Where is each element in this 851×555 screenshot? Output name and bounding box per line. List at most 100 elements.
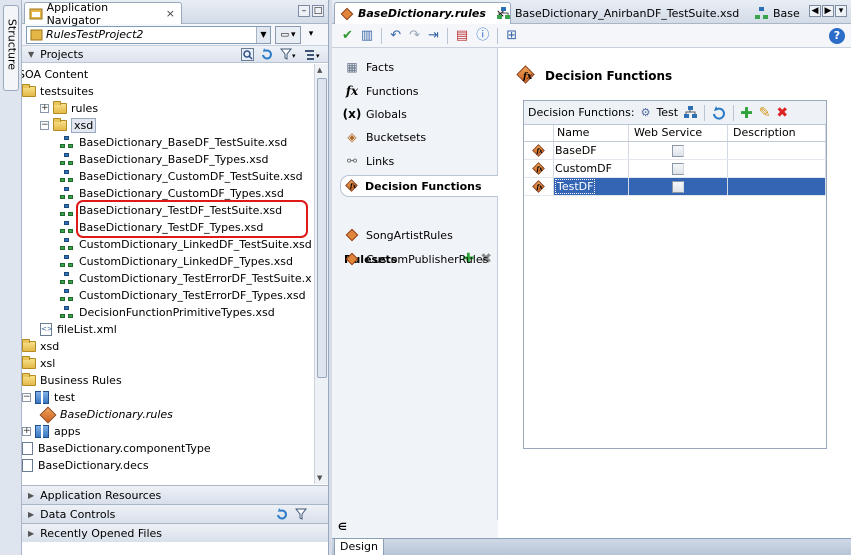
tree-item-label: CustomDictionary_TestErrorDF_TestSuite.x: [79, 272, 312, 285]
export-icon[interactable]: ⇥: [428, 28, 439, 43]
refresh-icon[interactable]: [260, 47, 274, 61]
tree-item[interactable]: BaseDictionary_BaseDF_Types.xsd: [60, 151, 269, 168]
tree-item[interactable]: CustomDictionary_LinkedDF_Types.xsd: [60, 253, 293, 270]
xml-file-icon: <>: [40, 323, 53, 336]
filter-icon[interactable]: [295, 508, 308, 521]
link-dictionary-icon[interactable]: ⊞: [506, 28, 517, 43]
accordion-data-controls[interactable]: ▶ Data Controls: [22, 504, 328, 523]
tree-item[interactable]: testsuites: [22, 83, 94, 100]
maximize-icon[interactable]: □: [312, 5, 324, 17]
help-icon[interactable]: ?: [829, 28, 845, 44]
tree-item[interactable]: − xsd: [40, 117, 97, 134]
scroll-down-icon[interactable]: ▼: [317, 474, 322, 482]
section-list: ▦ Facts fx Functions (x) Globals ◈ Bucke…: [332, 48, 498, 540]
view-options-icon[interactable]: ▾: [304, 48, 322, 61]
close-icon[interactable]: ×: [166, 7, 175, 20]
description-cell[interactable]: [728, 142, 826, 159]
navigator-tab[interactable]: Application Navigator ×: [24, 1, 182, 27]
tree-item[interactable]: Business Rules: [22, 372, 122, 389]
tree-item[interactable]: xsd: [22, 338, 59, 355]
collapse-icon[interactable]: −: [22, 393, 31, 402]
tree-item[interactable]: BaseDictionary_BaseDF_TestSuite.xsd: [60, 134, 287, 151]
tab-basedictionary-rules[interactable]: BaseDictionary.rules ×: [334, 2, 512, 24]
table-row[interactable]: fx TestDF: [524, 178, 826, 196]
schema-icon[interactable]: [684, 106, 698, 119]
table-row[interactable]: fx CustomDF: [524, 160, 826, 178]
tree-item[interactable]: <> fileList.xml: [40, 321, 117, 338]
tree-item[interactable]: BaseDictionary.rules: [39, 406, 173, 423]
tab-anirbandf-testsuite[interactable]: BaseDictionary_AnirbanDF_TestSuite.xsd: [492, 2, 744, 24]
project-selector-row: RulesTestProject2 ▼ ▭ ▾ ▾: [22, 24, 328, 46]
web-service-checkbox[interactable]: [672, 144, 684, 157]
collapse-icon[interactable]: −: [40, 121, 49, 130]
web-service-checkbox[interactable]: [672, 162, 684, 175]
description-cell[interactable]: [728, 160, 826, 177]
collapse-triangle-icon[interactable]: ▼: [28, 50, 34, 59]
filter-icon[interactable]: ▾: [280, 48, 298, 61]
minimize-icon[interactable]: –: [298, 5, 310, 17]
section-globals[interactable]: (x) Globals: [343, 105, 407, 123]
name-cell[interactable]: CustomDF: [554, 160, 629, 177]
name-cell[interactable]: TestDF: [554, 178, 629, 195]
project-dropdown[interactable]: RulesTestProject2 ▼: [26, 25, 271, 44]
name-cell[interactable]: BaseDF: [554, 142, 629, 159]
refresh-icon[interactable]: [711, 105, 727, 120]
chevron-down-icon[interactable]: ▼: [256, 26, 270, 43]
expand-icon[interactable]: +: [40, 104, 49, 113]
tree-item[interactable]: + apps: [22, 423, 80, 440]
validate-check-icon[interactable]: ✔: [342, 28, 353, 43]
tree-item[interactable]: xsl: [22, 355, 55, 372]
structure-tab[interactable]: Structure: [3, 5, 19, 91]
ruleset-item[interactable]: SongArtistRules: [344, 226, 453, 244]
scroll-left-icon[interactable]: ◀: [809, 5, 821, 17]
edit-pencil-icon[interactable]: ✎: [759, 105, 771, 121]
add-icon[interactable]: ✚: [740, 104, 753, 122]
section-bucketsets[interactable]: ◈ Bucketsets: [344, 128, 426, 146]
section-decision-functions[interactable]: fx Decision Functions: [340, 175, 498, 197]
column-header-web-service[interactable]: Web Service: [629, 125, 728, 141]
refresh-icon[interactable]: [275, 507, 289, 521]
navigator-menu-icon[interactable]: ▾: [305, 29, 317, 41]
section-facts[interactable]: ▦ Facts: [344, 58, 394, 76]
info-icon[interactable]: ⓘ: [476, 28, 489, 43]
project-menu-button[interactable]: ▭ ▾: [275, 25, 301, 44]
table-row[interactable]: fx BaseDF: [524, 142, 826, 160]
tree-item[interactable]: BaseDictionary.decs: [22, 457, 149, 474]
tab-base-truncated[interactable]: Base: [750, 2, 805, 24]
tree-item[interactable]: CustomDictionary_TestErrorDF_TestSuite.x: [60, 270, 312, 287]
tree-item[interactable]: + rules: [40, 100, 98, 117]
delete-icon[interactable]: ✖: [776, 105, 788, 121]
book-icon[interactable]: ▥: [361, 28, 373, 43]
column-header-name[interactable]: Name: [554, 125, 629, 141]
tree-item[interactable]: SOA Content: [22, 66, 88, 83]
search-icon[interactable]: [241, 47, 254, 61]
accordion-recently-opened-files[interactable]: ▶ Recently Opened Files: [22, 523, 328, 542]
section-functions[interactable]: fx Functions: [344, 82, 419, 100]
ruleset-item[interactable]: CustomPublisherRules: [344, 250, 488, 268]
scrollbar-thumb[interactable]: [317, 78, 327, 378]
report-icon[interactable]: ▤: [456, 28, 468, 43]
tab-design[interactable]: Design: [334, 539, 384, 555]
tree-item[interactable]: − test: [22, 389, 75, 406]
test-button[interactable]: Test: [656, 106, 678, 119]
tab-list-icon[interactable]: ▾: [835, 5, 847, 17]
tree-item[interactable]: CustomDictionary_LinkedDF_TestSuite.xsd: [60, 236, 312, 253]
undo-icon[interactable]: ↶: [390, 28, 401, 43]
redo-icon[interactable]: ↷: [409, 28, 420, 43]
tree-scrollbar[interactable]: ▲ ▼: [314, 64, 328, 484]
tree-item[interactable]: DecisionFunctionPrimitiveTypes.xsd: [60, 304, 275, 321]
expand-icon[interactable]: +: [22, 427, 31, 436]
tree-item[interactable]: CustomDictionary_TestErrorDF_Types.xsd: [60, 287, 306, 304]
tree-item[interactable]: BaseDictionary_CustomDF_TestSuite.xsd: [60, 168, 303, 185]
web-service-checkbox[interactable]: [672, 180, 684, 193]
scroll-right-icon[interactable]: ▶: [822, 5, 834, 17]
column-header-description[interactable]: Description: [728, 125, 826, 141]
section-links[interactable]: ⚯ Links: [344, 152, 394, 170]
collapse-handle-icon[interactable]: ∈: [338, 522, 347, 533]
scroll-up-icon[interactable]: ▲: [317, 66, 322, 74]
description-cell[interactable]: [728, 178, 826, 195]
accordion-application-resources[interactable]: ▶ Application Resources: [22, 485, 328, 504]
folder-icon: [22, 373, 36, 386]
test-icon[interactable]: ⚙: [641, 106, 651, 119]
tree-item[interactable]: BaseDictionary.componentType: [22, 440, 211, 457]
